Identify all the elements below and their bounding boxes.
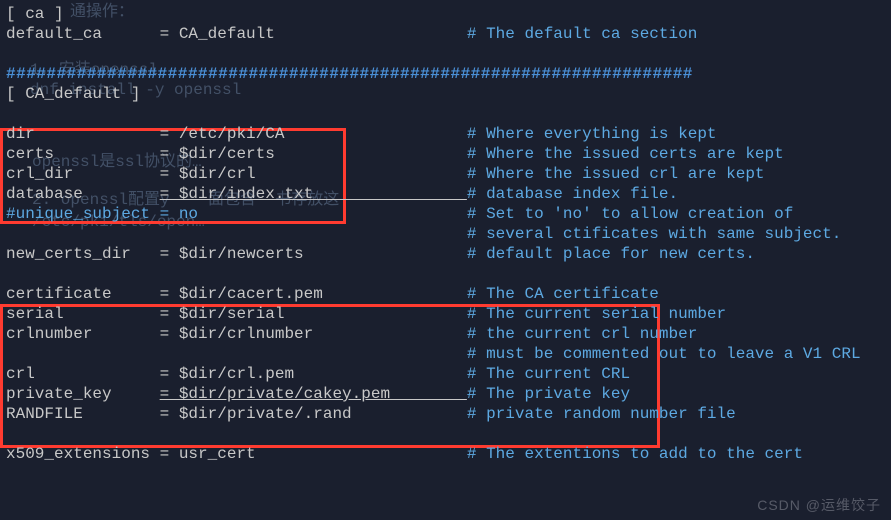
key: crl [6,365,160,383]
comment: # Where the issued crl are kept [467,165,765,183]
comment: # the current crl number [467,325,697,343]
config-line: certificate = $dir/cacert.pem # The CA c… [6,284,891,304]
val [160,225,467,243]
val: = $dir/crl [160,165,467,183]
comment: # The default ca section [467,25,697,43]
config-line: [ CA_default ] [6,84,891,104]
config-line: # must be commented out to leave a V1 CR… [6,344,891,364]
key: dir [6,125,160,143]
config-line: crl = $dir/crl.pem # The current CRL [6,364,891,384]
key: #unique_subject [6,205,160,223]
key: default_ca [6,25,160,43]
comment: # Set to 'no' to allow creation of [467,205,793,223]
key: x509_extensions [6,445,160,463]
comment: # The current serial number [467,305,726,323]
comment: # The current CRL [467,365,630,383]
comment: # The CA certificate [467,285,659,303]
comment: # default place for new certs. [467,245,755,263]
comment: # private random number file [467,405,736,423]
key: serial [6,305,160,323]
key: [ CA_default ] [6,85,140,103]
val: = $dir/private/cakey.pem [160,385,467,403]
comment: # database index file. [467,185,678,203]
config-line: # several ctificates with same subject. [6,224,891,244]
val: = $dir/index.txt [160,185,467,203]
config-line: dir = /etc/pki/CA # Where everything is … [6,124,891,144]
config-line: new_certs_dir = $dir/newcerts # default … [6,244,891,264]
val: = $dir/crlnumber [160,325,467,343]
comment: # must be commented out to leave a V1 CR… [467,345,861,363]
watermark: CSDN @运维饺子 [757,497,881,515]
config-line: crlnumber = $dir/crlnumber # the current… [6,324,891,344]
key: [ ca ] [6,5,64,23]
comment: # The private key [467,385,630,403]
val: = $dir/certs [160,145,467,163]
val: = usr_cert [160,445,467,463]
comment: # several ctificates with same subject. [467,225,841,243]
comment: # Where everything is kept [467,125,717,143]
config-line: serial = $dir/serial # The current seria… [6,304,891,324]
config-line: database = $dir/index.txt # database ind… [6,184,891,204]
key: crlnumber [6,325,160,343]
config-line: default_ca = CA_default # The default ca… [6,24,891,44]
blank-line [6,264,891,284]
val: = $dir/crl.pem [160,365,467,383]
key: database [6,185,160,203]
key: RANDFILE [6,405,160,423]
key: certificate [6,285,160,303]
config-line: RANDFILE = $dir/private/.rand # private … [6,404,891,424]
val: = $dir/newcerts [160,245,467,263]
comment: # The extentions to add to the cert [467,445,803,463]
comment: # Where the issued certs are kept [467,145,784,163]
config-line: [ ca ] [6,4,891,24]
key: private_key [6,385,160,403]
val: = /etc/pki/CA [160,125,467,143]
blank-line [6,424,891,444]
config-line: crl_dir = $dir/crl # Where the issued cr… [6,164,891,184]
key: new_certs_dir [6,245,160,263]
val: = CA_default [160,25,467,43]
key: certs [6,145,160,163]
config-line: certs = $dir/certs # Where the issued ce… [6,144,891,164]
val: = $dir/private/.rand [160,405,467,423]
blank-line [6,104,891,124]
val: = no [160,205,467,223]
blank-line [6,44,891,64]
divider-line: ########################################… [6,64,891,84]
val: = $dir/serial [160,305,467,323]
key [6,225,160,243]
val [160,345,467,363]
key [6,345,160,363]
config-line: #unique_subject = no # Set to 'no' to al… [6,204,891,224]
val: = $dir/cacert.pem [160,285,467,303]
config-line: private_key = $dir/private/cakey.pem # T… [6,384,891,404]
key: crl_dir [6,165,160,183]
config-line: x509_extensions = usr_cert # The extenti… [6,444,891,464]
